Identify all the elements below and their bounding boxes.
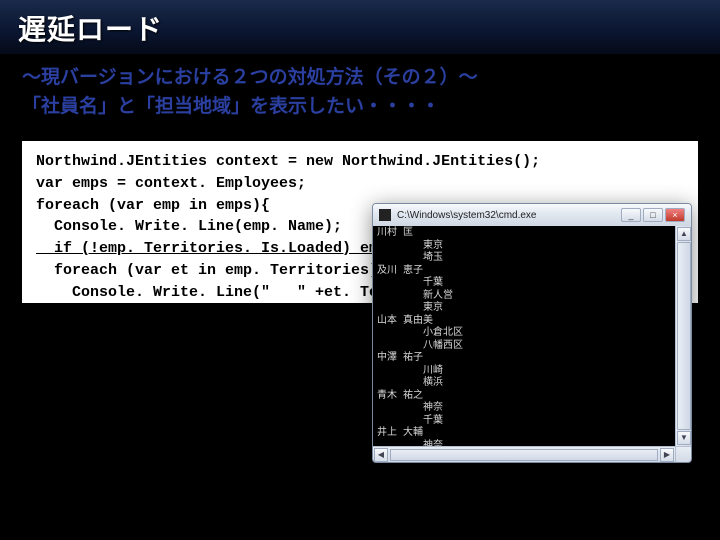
scroll-up-button[interactable]: ▲ xyxy=(677,227,691,241)
console-titlebar[interactable]: C:\Windows\system32\cmd.exe _ □ × xyxy=(373,204,691,226)
resize-grip[interactable] xyxy=(675,446,691,462)
console-line: 東京 xyxy=(377,303,671,316)
maximize-button[interactable]: □ xyxy=(643,208,663,222)
console-line: 及川 恵子 xyxy=(377,266,671,279)
scroll-down-button[interactable]: ▼ xyxy=(677,431,691,445)
console-line: 川村 匡 xyxy=(377,228,671,241)
subtitle-line-1: ～現バージョンにおける２つの対処方法（その２）～ xyxy=(22,64,698,93)
minimize-button[interactable]: _ xyxy=(621,208,641,222)
console-line: 千葉 xyxy=(377,278,671,291)
subtitle-block: ～現バージョンにおける２つの対処方法（その２）～ 「社員名」と「担当地域」を表示… xyxy=(0,54,720,127)
cmd-icon xyxy=(379,209,391,221)
console-line: 埼玉 xyxy=(377,253,671,266)
code-line: foreach (var emp in emps){ xyxy=(36,197,270,214)
console-line: 川崎 xyxy=(377,366,671,379)
code-line: Northwind.JEntities context = new Northw… xyxy=(36,153,540,170)
console-line: 井上 大輔 xyxy=(377,428,671,441)
console-line: 中澤 祐子 xyxy=(377,353,671,366)
horizontal-scrollbar[interactable]: ◀ ▶ xyxy=(373,446,675,462)
close-button[interactable]: × xyxy=(665,208,685,222)
code-line: var emps = context. Employees; xyxy=(36,175,306,192)
console-output: 川村 匡 東京 埼玉 及川 恵子 千葉 新人営 東京 山本 真由美 小倉北区 八… xyxy=(373,226,675,446)
page-title: 遅延ロード xyxy=(18,8,702,48)
console-line: 小倉北区 xyxy=(377,328,671,341)
subtitle-line-2: 「社員名」と「担当地域」を表示したい・・・・ xyxy=(22,93,698,122)
console-line: 横浜 xyxy=(377,378,671,391)
console-line: 千葉 xyxy=(377,416,671,429)
console-title-text: C:\Windows\system32\cmd.exe xyxy=(397,210,615,221)
scroll-left-button[interactable]: ◀ xyxy=(374,448,388,462)
console-line: 新人営 xyxy=(377,291,671,304)
title-bar: 遅延ロード xyxy=(0,0,720,54)
scroll-right-button[interactable]: ▶ xyxy=(660,448,674,462)
console-line: 山本 真由美 xyxy=(377,316,671,329)
console-line: 神奈 xyxy=(377,403,671,416)
window-controls: _ □ × xyxy=(621,208,685,222)
console-line: 東京 xyxy=(377,241,671,254)
code-panel: Northwind.JEntities context = new Northw… xyxy=(22,141,698,303)
console-window: C:\Windows\system32\cmd.exe _ □ × 川村 匡 東… xyxy=(372,203,692,463)
console-line: 八幡西区 xyxy=(377,341,671,354)
code-line: foreach (var et in emp. Territories) { xyxy=(36,262,396,279)
console-body: 川村 匡 東京 埼玉 及川 恵子 千葉 新人営 東京 山本 真由美 小倉北区 八… xyxy=(373,226,691,462)
code-line: Console. Write. Line(emp. Name); xyxy=(36,218,342,235)
scroll-thumb-vertical[interactable] xyxy=(677,242,691,430)
vertical-scrollbar[interactable]: ▲ ▼ xyxy=(675,226,691,462)
scroll-thumb-horizontal[interactable] xyxy=(390,449,658,461)
console-line: 青木 祐之 xyxy=(377,391,671,404)
